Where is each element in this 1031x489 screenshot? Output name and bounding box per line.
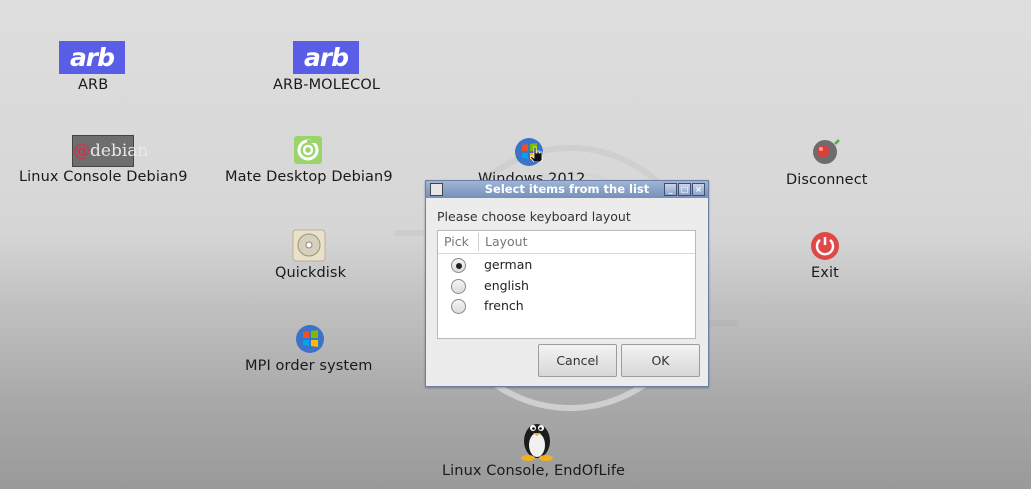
desktop-icon-mpi-order-system[interactable]: MPI order system: [243, 322, 393, 376]
desktop-icon-label: MPI order system: [245, 358, 373, 374]
mate-logo-icon: [294, 136, 322, 164]
disconnect-icon: [810, 135, 844, 167]
desktop-icon-label: ARB: [78, 77, 109, 93]
desktop-icon-label: Disconnect: [786, 172, 868, 188]
debian-logo-icon: @debian: [72, 135, 148, 167]
minimize-icon[interactable]: _: [664, 183, 677, 196]
desktop-icon-label: ARB-MOLECOL: [273, 77, 381, 93]
desktop-icon-arb-molecol[interactable]: arb ARB-MOLECOL: [270, 40, 390, 96]
select-items-dialog: Select items from the list _ □ × Please …: [425, 180, 709, 387]
desktop-icon-quickdisk[interactable]: Quickdisk: [270, 228, 360, 282]
desktop-icon-disconnect[interactable]: Disconnect: [782, 134, 882, 190]
maximize-icon[interactable]: □: [678, 183, 691, 196]
dialog-title-bar[interactable]: Select items from the list _ □ ×: [426, 181, 708, 198]
list-item-german[interactable]: german: [438, 255, 695, 275]
desktop-icon-arb[interactable]: arb ARB: [50, 40, 140, 96]
list-item-french[interactable]: french: [438, 296, 695, 316]
radio-english[interactable]: [451, 279, 466, 294]
ok-button[interactable]: OK: [621, 344, 700, 377]
desktop-icon-linux-console-debian9[interactable]: @debian Linux Console Debian9: [18, 134, 198, 188]
desktop-icon-linux-console-endoflife[interactable]: Linux Console, EndOfLife: [440, 414, 640, 480]
windows-logo-icon: [294, 323, 326, 355]
arb-logo-icon: arb: [59, 41, 125, 74]
radio-german[interactable]: [451, 258, 466, 273]
desktop-icon-label: Linux Console, EndOfLife: [442, 463, 626, 479]
desktop-icon-label: Quickdisk: [275, 265, 347, 281]
arb-logo-icon: arb: [293, 41, 359, 74]
column-header-layout[interactable]: Layout: [485, 234, 528, 249]
desktop-icon-exit[interactable]: Exit: [800, 229, 860, 283]
close-icon[interactable]: ×: [692, 183, 705, 196]
desktop-icon-label: Exit: [811, 265, 839, 281]
layout-list: Pick Layout german english french: [437, 230, 696, 339]
hand-cursor-icon: [529, 146, 544, 163]
desktop-icon-mate-desktop-debian9[interactable]: Mate Desktop Debian9: [223, 135, 403, 189]
desktop-icon-label: Linux Console Debian9: [19, 169, 188, 185]
tux-penguin-icon: [516, 415, 558, 461]
option-label: french: [484, 298, 524, 313]
column-header-pick[interactable]: Pick: [444, 234, 469, 249]
column-separator: [478, 233, 479, 251]
list-item-english[interactable]: english: [438, 276, 695, 296]
list-header: Pick Layout: [438, 231, 695, 254]
disc-icon: [292, 229, 326, 262]
option-label: german: [484, 257, 533, 272]
option-label: english: [484, 278, 529, 293]
dialog-prompt: Please choose keyboard layout: [437, 209, 631, 224]
cancel-button[interactable]: Cancel: [538, 344, 617, 377]
power-icon: [809, 230, 841, 262]
desktop-icon-label: Mate Desktop Debian9: [225, 169, 393, 185]
radio-french[interactable]: [451, 299, 466, 314]
